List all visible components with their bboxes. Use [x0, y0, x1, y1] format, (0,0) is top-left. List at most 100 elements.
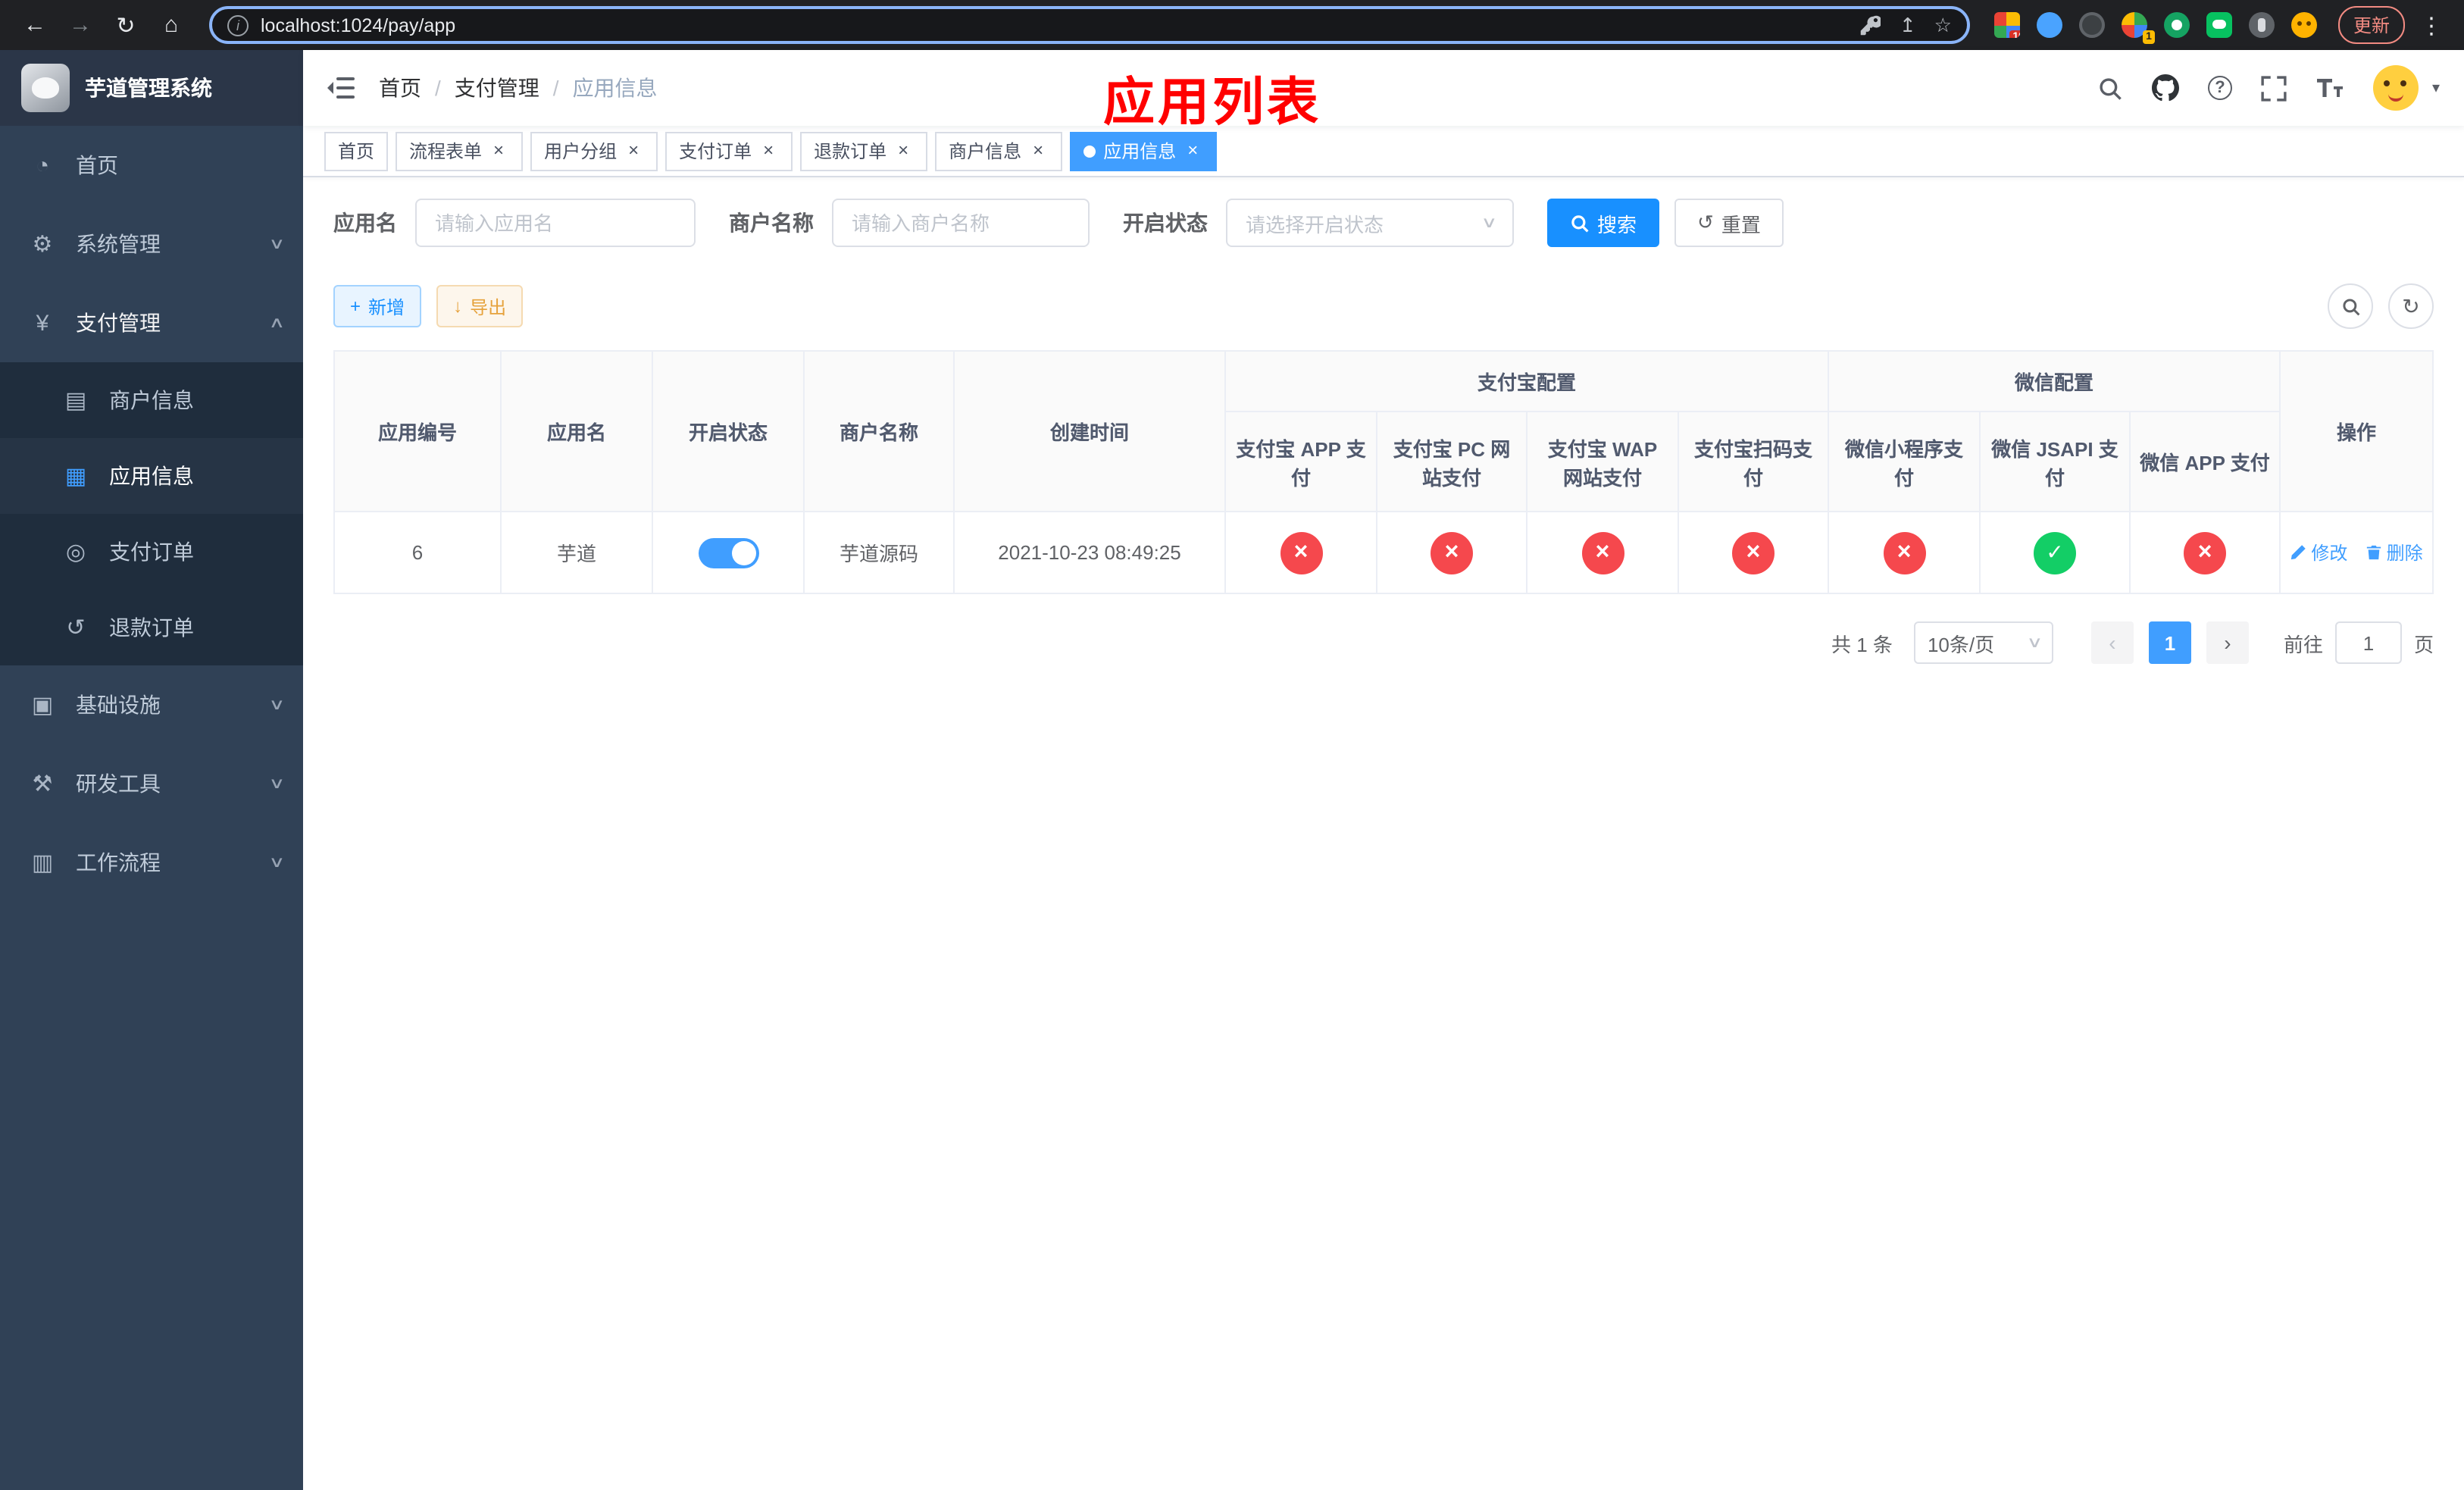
sidebar-item-merchant-info[interactable]: ▤ 商户信息: [0, 362, 303, 438]
avatar-caret-icon[interactable]: ▾: [2432, 80, 2440, 96]
sidebar-item-app-info[interactable]: ▦ 应用信息: [0, 438, 303, 514]
sidebar-item-label: 基础设施: [76, 693, 161, 717]
browser-update-button[interactable]: 更新: [2337, 6, 2405, 44]
col-alipay-qr: 支付宝扫码支付: [1677, 411, 1830, 512]
sidebar-item-infrastructure[interactable]: ▣ 基础设施 ∨: [0, 665, 303, 744]
gear-icon: ⚙: [32, 232, 53, 258]
trash-icon: [2366, 545, 2381, 560]
reset-button[interactable]: ↺ 重置: [1674, 199, 1784, 247]
close-icon[interactable]: ×: [488, 139, 509, 161]
sidebar-item-system[interactable]: ⚙ 系统管理 ∨: [0, 205, 303, 283]
edit-button[interactable]: 修改: [2290, 540, 2347, 565]
browser-reload-icon[interactable]: ↻: [106, 5, 145, 45]
tab-pay-order[interactable]: 支付订单 ×: [665, 131, 793, 171]
sidebar-item-refund-order[interactable]: ↺ 退款订单: [0, 590, 303, 665]
extension-check-icon[interactable]: [2163, 12, 2190, 38]
filter-form: 应用名 商户名称 开启状态 请选择开启状态 ∨: [333, 199, 2434, 247]
breadcrumb-home[interactable]: 首页: [379, 73, 421, 103]
help-icon[interactable]: ?: [2207, 76, 2232, 100]
export-button[interactable]: ↓ 导出: [436, 285, 524, 327]
app-name-input[interactable]: [415, 199, 696, 247]
prev-page-button[interactable]: ‹: [2090, 621, 2134, 664]
tab-refund-order[interactable]: 退款订单 ×: [800, 131, 928, 171]
sidebar-item-devtools[interactable]: ⚒ 研发工具 ∨: [0, 744, 303, 823]
font-size-icon[interactable]: [2315, 77, 2344, 99]
extension-drop-icon[interactable]: [2036, 12, 2062, 38]
page-content: 应用名 商户名称 开启状态 请选择开启状态 ∨: [303, 177, 2464, 1490]
bookmark-star-icon[interactable]: ☆: [1934, 13, 1952, 37]
search-icon[interactable]: [2097, 75, 2123, 101]
close-icon[interactable]: ×: [1182, 139, 1203, 161]
delete-button[interactable]: 删除: [2366, 540, 2423, 565]
toggle-search-button[interactable]: [2328, 283, 2373, 329]
close-icon[interactable]: ×: [893, 139, 914, 161]
extension-pin-icon[interactable]: [2248, 12, 2275, 38]
sidebar-item-home[interactable]: ◔ 首页: [0, 126, 303, 205]
yen-icon: ¥: [36, 310, 49, 336]
tab-app-info[interactable]: 应用信息 ×: [1070, 131, 1218, 171]
page-size-select[interactable]: 10条/页 ∨: [1913, 621, 2053, 664]
merchant-name-input[interactable]: [832, 199, 1090, 247]
chevron-down-icon: ∨: [267, 854, 285, 871]
tab-process-form[interactable]: 流程表单 ×: [396, 131, 524, 171]
github-icon[interactable]: [2151, 74, 2179, 102]
fullscreen-icon[interactable]: [2261, 75, 2287, 101]
browser-home-icon[interactable]: ⌂: [152, 5, 191, 45]
col-merchant: 商户名称: [803, 350, 955, 512]
app-title: 芋道管理系统: [85, 76, 212, 100]
reset-icon: ↺: [1697, 211, 1714, 233]
close-icon[interactable]: ×: [1027, 139, 1049, 161]
refresh-button[interactable]: ↻: [2388, 283, 2434, 329]
sidebar: 芋道管理系统 ◔ 首页 ⚙ 系统管理 ∨ ¥ 支付管理 ∧ ▤ 商户信息 ▦ 应…: [0, 50, 303, 1490]
extension-dark-icon[interactable]: [2078, 12, 2105, 38]
browser-toolbar: ← → ↻ ⌂ i localhost:1024/pay/app ↥ ☆ 10 …: [0, 0, 2464, 50]
tab-user-group[interactable]: 用户分组 ×: [530, 131, 658, 171]
sidebar-submenu-payment: ▤ 商户信息 ▦ 应用信息 ◎ 支付订单 ↺ 退款订单: [0, 362, 303, 665]
extension-profile-icon[interactable]: 1: [2121, 12, 2155, 44]
tab-merchant-info[interactable]: 商户信息 ×: [935, 131, 1063, 171]
config-status-icon: ×: [1280, 531, 1322, 574]
close-icon[interactable]: ×: [623, 139, 644, 161]
breadcrumb-separator: /: [435, 76, 441, 100]
browser-back-icon[interactable]: ←: [15, 5, 55, 45]
server-icon: ▣: [31, 693, 54, 718]
site-info-icon[interactable]: i: [227, 14, 249, 36]
app-table: 应用编号 应用名 开启状态 商户名称 创建时间 支付宝配置 微信配置 操作 支付…: [333, 350, 2434, 594]
cell-merchant: 芋道源码: [803, 511, 955, 594]
close-icon[interactable]: ×: [758, 139, 779, 161]
tab-home[interactable]: 首页: [324, 131, 389, 171]
status-switch[interactable]: [698, 537, 758, 568]
app-name-label: 应用名: [333, 211, 397, 235]
current-page[interactable]: 1: [2148, 621, 2191, 664]
add-button[interactable]: + 新增: [333, 285, 422, 327]
profile-badge: 1: [2143, 30, 2155, 44]
url-text[interactable]: localhost:1024/pay/app: [261, 14, 1842, 36]
total-count: 共 1 条: [1831, 633, 1893, 656]
password-key-icon[interactable]: [1860, 14, 1881, 36]
status-select[interactable]: 请选择开启状态 ∨: [1226, 199, 1514, 247]
extension-grid-icon[interactable]: 10: [1993, 12, 2020, 38]
breadcrumb-payment[interactable]: 支付管理: [455, 73, 539, 103]
chevron-down-icon: ∨: [2025, 634, 2043, 651]
browser-forward-icon[interactable]: →: [61, 5, 100, 45]
search-button[interactable]: 搜索: [1547, 199, 1660, 247]
sidebar-item-pay-order[interactable]: ◎ 支付订单: [0, 514, 303, 590]
extension-chat-icon[interactable]: [2206, 12, 2232, 38]
next-page-button[interactable]: ›: [2206, 621, 2249, 664]
sidebar-item-workflow[interactable]: ▥ 工作流程 ∨: [0, 823, 303, 902]
address-bar[interactable]: i localhost:1024/pay/app ↥ ☆: [209, 6, 1970, 44]
goto-page-input[interactable]: [2334, 621, 2402, 664]
user-avatar[interactable]: [2372, 65, 2419, 111]
sidebar-item-label: 商户信息: [109, 388, 194, 412]
goto-label: 前往: [2283, 633, 2323, 656]
extension-face-icon[interactable]: [2290, 12, 2317, 38]
share-icon[interactable]: ↥: [1900, 13, 1916, 37]
browser-menu-icon[interactable]: ⋮: [2414, 11, 2449, 39]
merchant-name-label: 商户名称: [729, 211, 814, 235]
sidebar-fold-icon[interactable]: [327, 76, 355, 100]
col-created: 创建时间: [953, 350, 1226, 512]
app-logo[interactable]: 芋道管理系统: [0, 50, 303, 126]
tab-label: 商户信息: [949, 141, 1022, 162]
sidebar-item-payment[interactable]: ¥ 支付管理 ∧: [0, 283, 303, 362]
col-wx-jsapi: 微信 JSAPI 支付: [1979, 411, 2131, 512]
